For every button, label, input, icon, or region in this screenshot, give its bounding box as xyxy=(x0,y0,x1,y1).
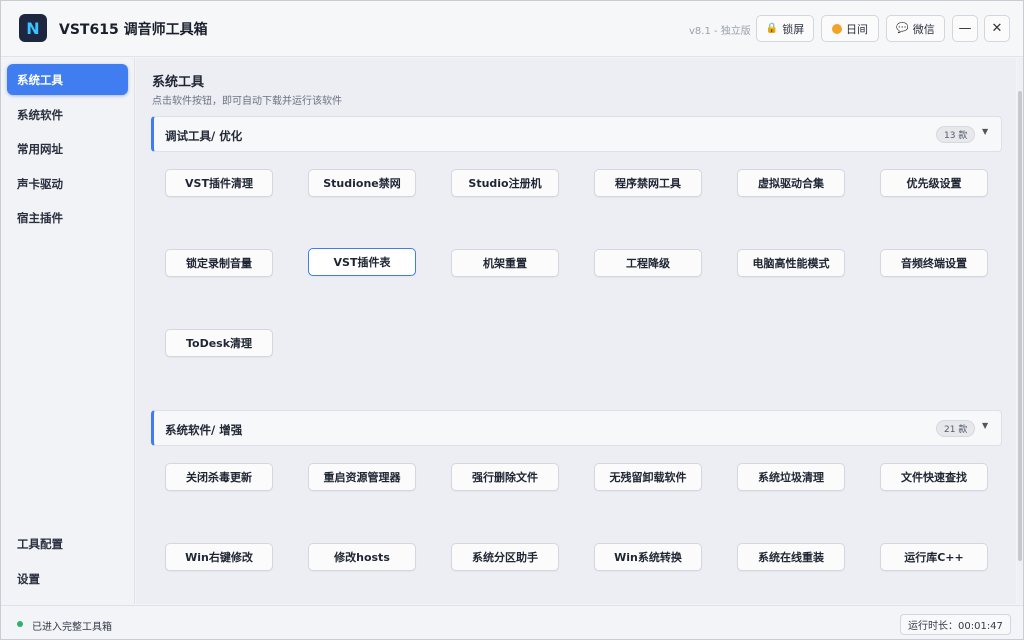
count-badge: 13 款 xyxy=(936,126,976,143)
theme-toggle-button[interactable]: 日间 xyxy=(821,15,879,42)
lock-screen-label: 锁屏 xyxy=(782,22,805,36)
sidebar-item-settings[interactable]: 设置 xyxy=(7,563,128,594)
version-label: v8.1 - 独立版 xyxy=(689,26,751,37)
theme-label: 日间 xyxy=(846,22,868,36)
count-badge: 21 款 xyxy=(936,420,976,437)
tool-button[interactable]: VST插件清理 xyxy=(165,169,273,197)
status-online-icon xyxy=(17,621,23,627)
tool-button[interactable]: 工程降级 xyxy=(594,249,702,277)
tool-button-selected[interactable]: VST插件表 xyxy=(308,248,416,276)
tool-button[interactable]: 电脑高性能模式 xyxy=(737,249,845,277)
status-bar: 已进入完整工具箱 运行时长：00:01:47 xyxy=(1,605,1023,639)
tool-button[interactable]: 重启资源管理器 xyxy=(308,463,416,491)
status-text: 已进入完整工具箱 xyxy=(32,622,112,633)
section-title: 系统软件/ 增强 xyxy=(165,423,243,437)
scrollbar-thumb[interactable] xyxy=(1018,91,1022,561)
tool-button[interactable]: 运行库C++ xyxy=(880,543,988,571)
tool-button[interactable]: 机架重置 xyxy=(451,249,559,277)
tool-button[interactable]: 系统分区助手 xyxy=(451,543,559,571)
tool-button[interactable]: ToDesk清理 xyxy=(165,329,273,357)
chat-bubble-icon: 💬 xyxy=(896,23,909,34)
wechat-button[interactable]: 💬 微信 xyxy=(886,15,945,42)
tool-button[interactable]: 优先级设置 xyxy=(880,169,988,197)
app-title: VST615 调音师工具箱 xyxy=(59,22,208,38)
chevron-down-icon[interactable]: ▼ xyxy=(982,421,988,430)
main-content: 系统工具 点击软件按钮，即可自动下载并运行该软件 调试工具/ 优化 13 款 ▼… xyxy=(136,58,1016,604)
lock-icon: 🔒 xyxy=(765,23,779,34)
runtime-badge: 运行时长：00:01:47 xyxy=(900,614,1011,635)
tool-button[interactable]: 音频终端设置 xyxy=(880,249,988,277)
sidebar-item-tool-config[interactable]: 工具配置 xyxy=(7,528,128,559)
tool-button[interactable]: 无残留卸载软件 xyxy=(594,463,702,491)
tool-button[interactable]: 强行删除文件 xyxy=(451,463,559,491)
wechat-label: 微信 xyxy=(912,22,935,36)
tool-button[interactable]: 系统在线重装 xyxy=(737,543,845,571)
tool-button[interactable]: 系统垃圾清理 xyxy=(737,463,845,491)
tool-button[interactable]: 虚拟驱动合集 xyxy=(737,169,845,197)
close-icon: ✕ xyxy=(991,21,1003,36)
minimize-icon: — xyxy=(958,21,972,36)
tool-button[interactable]: 程序禁网工具 xyxy=(594,169,702,197)
tool-button[interactable]: Studio注册机 xyxy=(451,169,559,197)
sidebar: 系统工具 系统软件 常用网址 声卡驱动 宿主插件 工具配置 设置 xyxy=(1,58,135,604)
app-window: N VST615 调音师工具箱 v8.1 - 独立版 🔒 锁屏 日间 💬 微信 … xyxy=(0,0,1024,640)
lock-screen-button[interactable]: 🔒 锁屏 xyxy=(756,15,814,42)
sidebar-item-host-plugins[interactable]: 宿主插件 xyxy=(7,202,128,233)
sidebar-item-system-software[interactable]: 系统软件 xyxy=(7,99,128,130)
tool-button[interactable]: 锁定录制音量 xyxy=(165,249,273,277)
section-title: 调试工具/ 优化 xyxy=(165,129,243,143)
tool-button[interactable]: Studione禁网 xyxy=(308,169,416,197)
page-subtitle: 点击软件按钮，即可自动下载并运行该软件 xyxy=(152,96,342,107)
section-header-system-software[interactable]: 系统软件/ 增强 21 款 ▼ xyxy=(151,410,1002,446)
minimize-button[interactable]: — xyxy=(952,15,978,42)
sidebar-item-common-urls[interactable]: 常用网址 xyxy=(7,133,128,164)
sidebar-item-system-tools[interactable]: 系统工具 xyxy=(7,64,128,95)
tool-button[interactable]: 修改hosts xyxy=(308,543,416,571)
app-logo-icon: N xyxy=(19,14,47,42)
page-title: 系统工具 xyxy=(152,75,205,90)
close-button[interactable]: ✕ xyxy=(984,15,1010,42)
tool-button[interactable]: 关闭杀毒更新 xyxy=(165,463,273,491)
chevron-down-icon[interactable]: ▼ xyxy=(982,127,988,136)
sun-icon xyxy=(832,23,842,34)
title-bar: N VST615 调音师工具箱 v8.1 - 独立版 🔒 锁屏 日间 💬 微信 … xyxy=(1,1,1023,57)
logo-letter: N xyxy=(26,18,40,38)
tool-button[interactable]: Win右键修改 xyxy=(165,543,273,571)
tool-button[interactable]: 文件快速查找 xyxy=(880,463,988,491)
tool-button[interactable]: Win系统转换 xyxy=(594,543,702,571)
section-header-debug-tools[interactable]: 调试工具/ 优化 13 款 ▼ xyxy=(151,116,1002,152)
sidebar-item-sound-card-drivers[interactable]: 声卡驱动 xyxy=(7,168,128,199)
